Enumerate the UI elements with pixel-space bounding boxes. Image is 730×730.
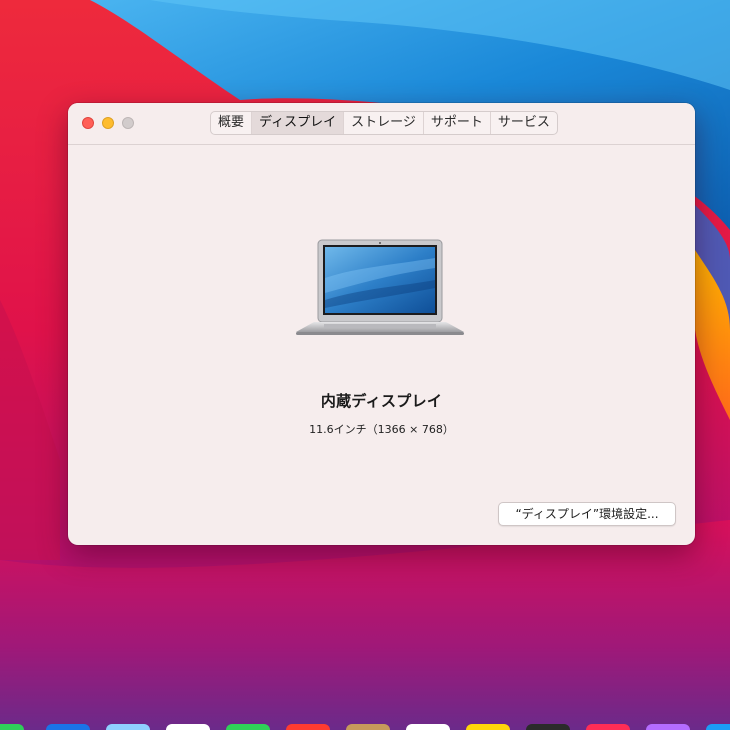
- dock-app-icon[interactable]: [646, 724, 690, 730]
- zoom-button: [122, 117, 134, 129]
- about-this-mac-window: 概要 ディスプレイ ストレージ サポート サービス 内蔵ディスプレイ 11.6イ…: [68, 103, 695, 545]
- dock-app-icon[interactable]: [166, 724, 210, 730]
- display-name: 内蔵ディスプレイ: [320, 392, 443, 410]
- tab-overview[interactable]: 概要: [211, 112, 253, 134]
- desktop: 概要 ディスプレイ ストレージ サポート サービス 内蔵ディスプレイ 11.6イ…: [0, 0, 730, 730]
- dock-app-icon[interactable]: [586, 724, 630, 730]
- dock: [0, 722, 730, 730]
- close-button[interactable]: [82, 117, 94, 129]
- dock-app-icon[interactable]: [526, 724, 570, 730]
- dock-app-icon[interactable]: [466, 724, 510, 730]
- dock-app-icon[interactable]: [226, 724, 270, 730]
- dock-app-icon[interactable]: [0, 724, 24, 730]
- minimize-button[interactable]: [102, 117, 114, 129]
- dock-app-icon[interactable]: [106, 724, 150, 730]
- dock-app-icon[interactable]: [286, 724, 330, 730]
- tab-service[interactable]: サービス: [491, 112, 557, 134]
- dock-app-icon[interactable]: [346, 724, 390, 730]
- macbook-air-icon: [296, 239, 464, 335]
- window-titlebar: 概要 ディスプレイ ストレージ サポート サービス: [68, 103, 695, 145]
- tab-storage[interactable]: ストレージ: [344, 112, 424, 134]
- display-preferences-button[interactable]: “ディスプレイ”環境設定...: [498, 502, 676, 526]
- tab-bar: 概要 ディスプレイ ストレージ サポート サービス: [210, 111, 558, 135]
- dock-app-icon[interactable]: [706, 724, 730, 730]
- display-spec: 11.6インチ（1366 × 768）: [309, 423, 454, 436]
- dock-app-icon[interactable]: [46, 724, 90, 730]
- dock-app-icon[interactable]: [406, 724, 450, 730]
- tab-support[interactable]: サポート: [424, 112, 491, 134]
- tab-displays[interactable]: ディスプレイ: [252, 112, 345, 134]
